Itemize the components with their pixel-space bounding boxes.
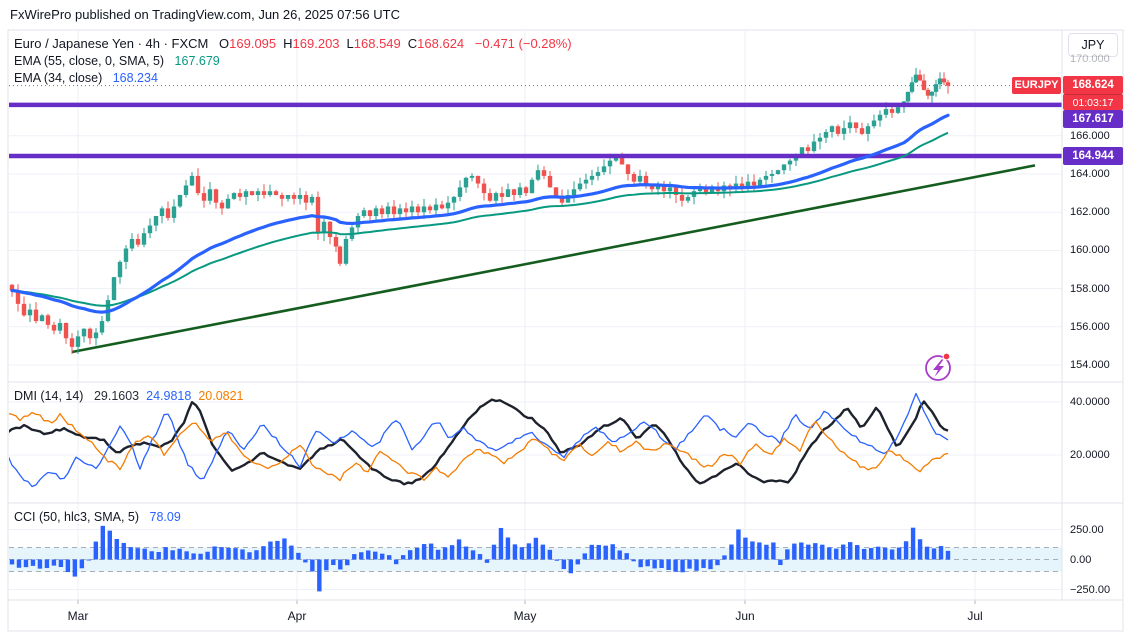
price-axis-label-faded: 170.000 [1070,53,1110,65]
month-label-jul: Jul [967,609,983,623]
axis-tick-label: −250.00 [1070,583,1111,596]
axis-tick-label: 160.000 [1070,244,1110,257]
month-label-jun: Jun [735,609,755,623]
axis-tick-label: 164.000 [1070,168,1110,180]
axis-tick-label: 20.0000 [1070,449,1110,461]
axis-tick-label: 0.00 [1070,553,1092,566]
level-price-badge-2: 164.944 [1063,147,1123,165]
attribution-text: FxWirePro published on TradingView.com, … [10,7,400,22]
tradingview-screenshot: { "attribution": "FxWirePro published on… [0,0,1124,640]
current-price-badge: 168.624 [1063,76,1123,94]
axis-tick-label: 166.000 [1070,129,1110,142]
dmi-pane[interactable] [9,383,1062,502]
axis-tick-label: 250.00 [1070,523,1104,536]
main-chart-pane[interactable] [9,31,1062,381]
axis-tick-label: 156.000 [1070,320,1110,333]
month-label-mar: Mar [67,609,89,623]
month-label-may: May [513,609,537,623]
axis-tick-label: 162.000 [1070,206,1110,219]
cci-pane[interactable] [9,504,1062,599]
candle-countdown-badge: 01:03:17 [1063,94,1123,110]
month-label-apr: Apr [287,609,307,623]
axis-tick-label: 154.000 [1070,359,1110,371]
axis-tick-label: 40.0000 [1070,396,1110,408]
level-price-badge-1: 167.617 [1063,110,1123,128]
axis-tick-label: 158.000 [1070,282,1110,295]
